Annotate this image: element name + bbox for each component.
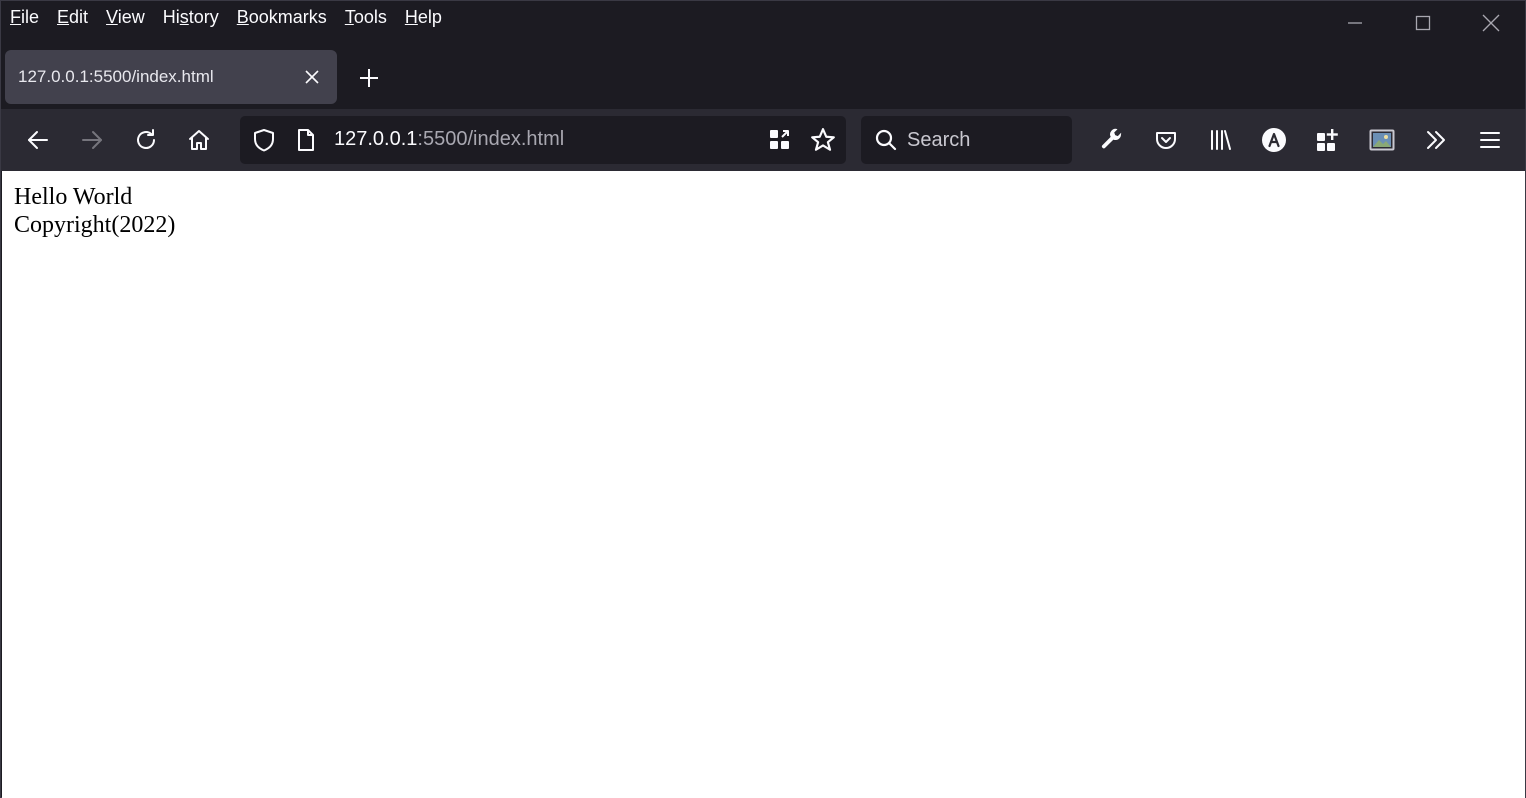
tab-active[interactable]: 127.0.0.1:5500/index.html	[5, 50, 337, 104]
plus-icon	[360, 69, 378, 87]
app-menu-button[interactable]	[1470, 120, 1510, 160]
library-icon	[1211, 130, 1231, 150]
copyright-text: Copyright(2022)	[14, 212, 176, 238]
star-icon	[811, 128, 835, 151]
back-icon	[28, 131, 48, 149]
minimize-button[interactable]	[1321, 1, 1389, 45]
menu-help[interactable]: Help	[405, 5, 442, 29]
reload-icon	[137, 129, 155, 149]
tools-button[interactable]	[1092, 120, 1132, 160]
forward-icon	[82, 131, 102, 149]
bookmark-star-button[interactable]	[807, 124, 839, 156]
account-button[interactable]	[1254, 120, 1294, 160]
close-icon	[1482, 14, 1500, 32]
search-input[interactable]	[907, 128, 1067, 152]
screenshot-icon	[1369, 129, 1395, 151]
shield-icon	[254, 129, 274, 152]
search-icon	[875, 129, 897, 151]
menu-bar: File Edit View History Bookmarks Tools H…	[1, 1, 1525, 41]
menu-bookmarks[interactable]: Bookmarks	[237, 5, 327, 29]
account-icon	[1262, 128, 1286, 152]
maximize-icon	[1415, 15, 1431, 31]
new-tab-button[interactable]	[353, 62, 385, 94]
tab-strip: 127.0.0.1:5500/index.html	[1, 45, 1525, 109]
pocket-button[interactable]	[1146, 120, 1186, 160]
forward-button[interactable]	[72, 120, 112, 160]
menu-edit[interactable]: Edit	[57, 5, 88, 29]
url-text[interactable]: 127.0.0.1:5500/index.html	[334, 128, 564, 151]
page-content: Hello World Copyright(2022)	[2, 171, 1525, 798]
back-button[interactable]	[18, 120, 58, 160]
overflow-icon	[1427, 131, 1445, 149]
reload-button[interactable]	[126, 120, 166, 160]
home-button[interactable]	[179, 120, 219, 160]
menu-tools[interactable]: Tools	[345, 5, 387, 29]
screenshot-button[interactable]	[1362, 120, 1402, 160]
close-window-button[interactable]	[1457, 1, 1525, 45]
overflow-button[interactable]	[1416, 120, 1456, 160]
library-button[interactable]	[1200, 120, 1240, 160]
extensions-button[interactable]	[1308, 120, 1348, 160]
maximize-button[interactable]	[1389, 1, 1457, 45]
window-controls	[1321, 1, 1525, 45]
menu-history[interactable]: History	[163, 5, 219, 29]
close-icon	[305, 70, 319, 84]
page-icon	[298, 129, 314, 151]
minimize-icon	[1348, 22, 1362, 24]
menu-view[interactable]: View	[106, 5, 145, 29]
qr-code-icon	[770, 130, 789, 149]
address-bar[interactable]: 127.0.0.1:5500/index.html	[240, 116, 846, 164]
tab-title: 127.0.0.1:5500/index.html	[18, 67, 214, 86]
browser-window: File Edit View History Bookmarks Tools H…	[0, 0, 1526, 798]
qr-code-button[interactable]	[764, 124, 796, 156]
tab-close-button[interactable]	[299, 64, 325, 90]
search-bar[interactable]	[861, 116, 1072, 164]
navigation-toolbar: 127.0.0.1:5500/index.html	[1, 109, 1525, 171]
hamburger-menu-icon	[1480, 132, 1500, 148]
extensions-icon	[1317, 129, 1338, 151]
home-icon	[189, 130, 209, 150]
tracking-protection-button[interactable]	[248, 124, 280, 156]
wrench-icon	[1101, 128, 1122, 149]
site-info-button[interactable]	[290, 124, 322, 156]
menu-file[interactable]: File	[10, 5, 39, 29]
pocket-icon	[1156, 132, 1176, 149]
hello-world-text: Hello World	[14, 184, 133, 210]
